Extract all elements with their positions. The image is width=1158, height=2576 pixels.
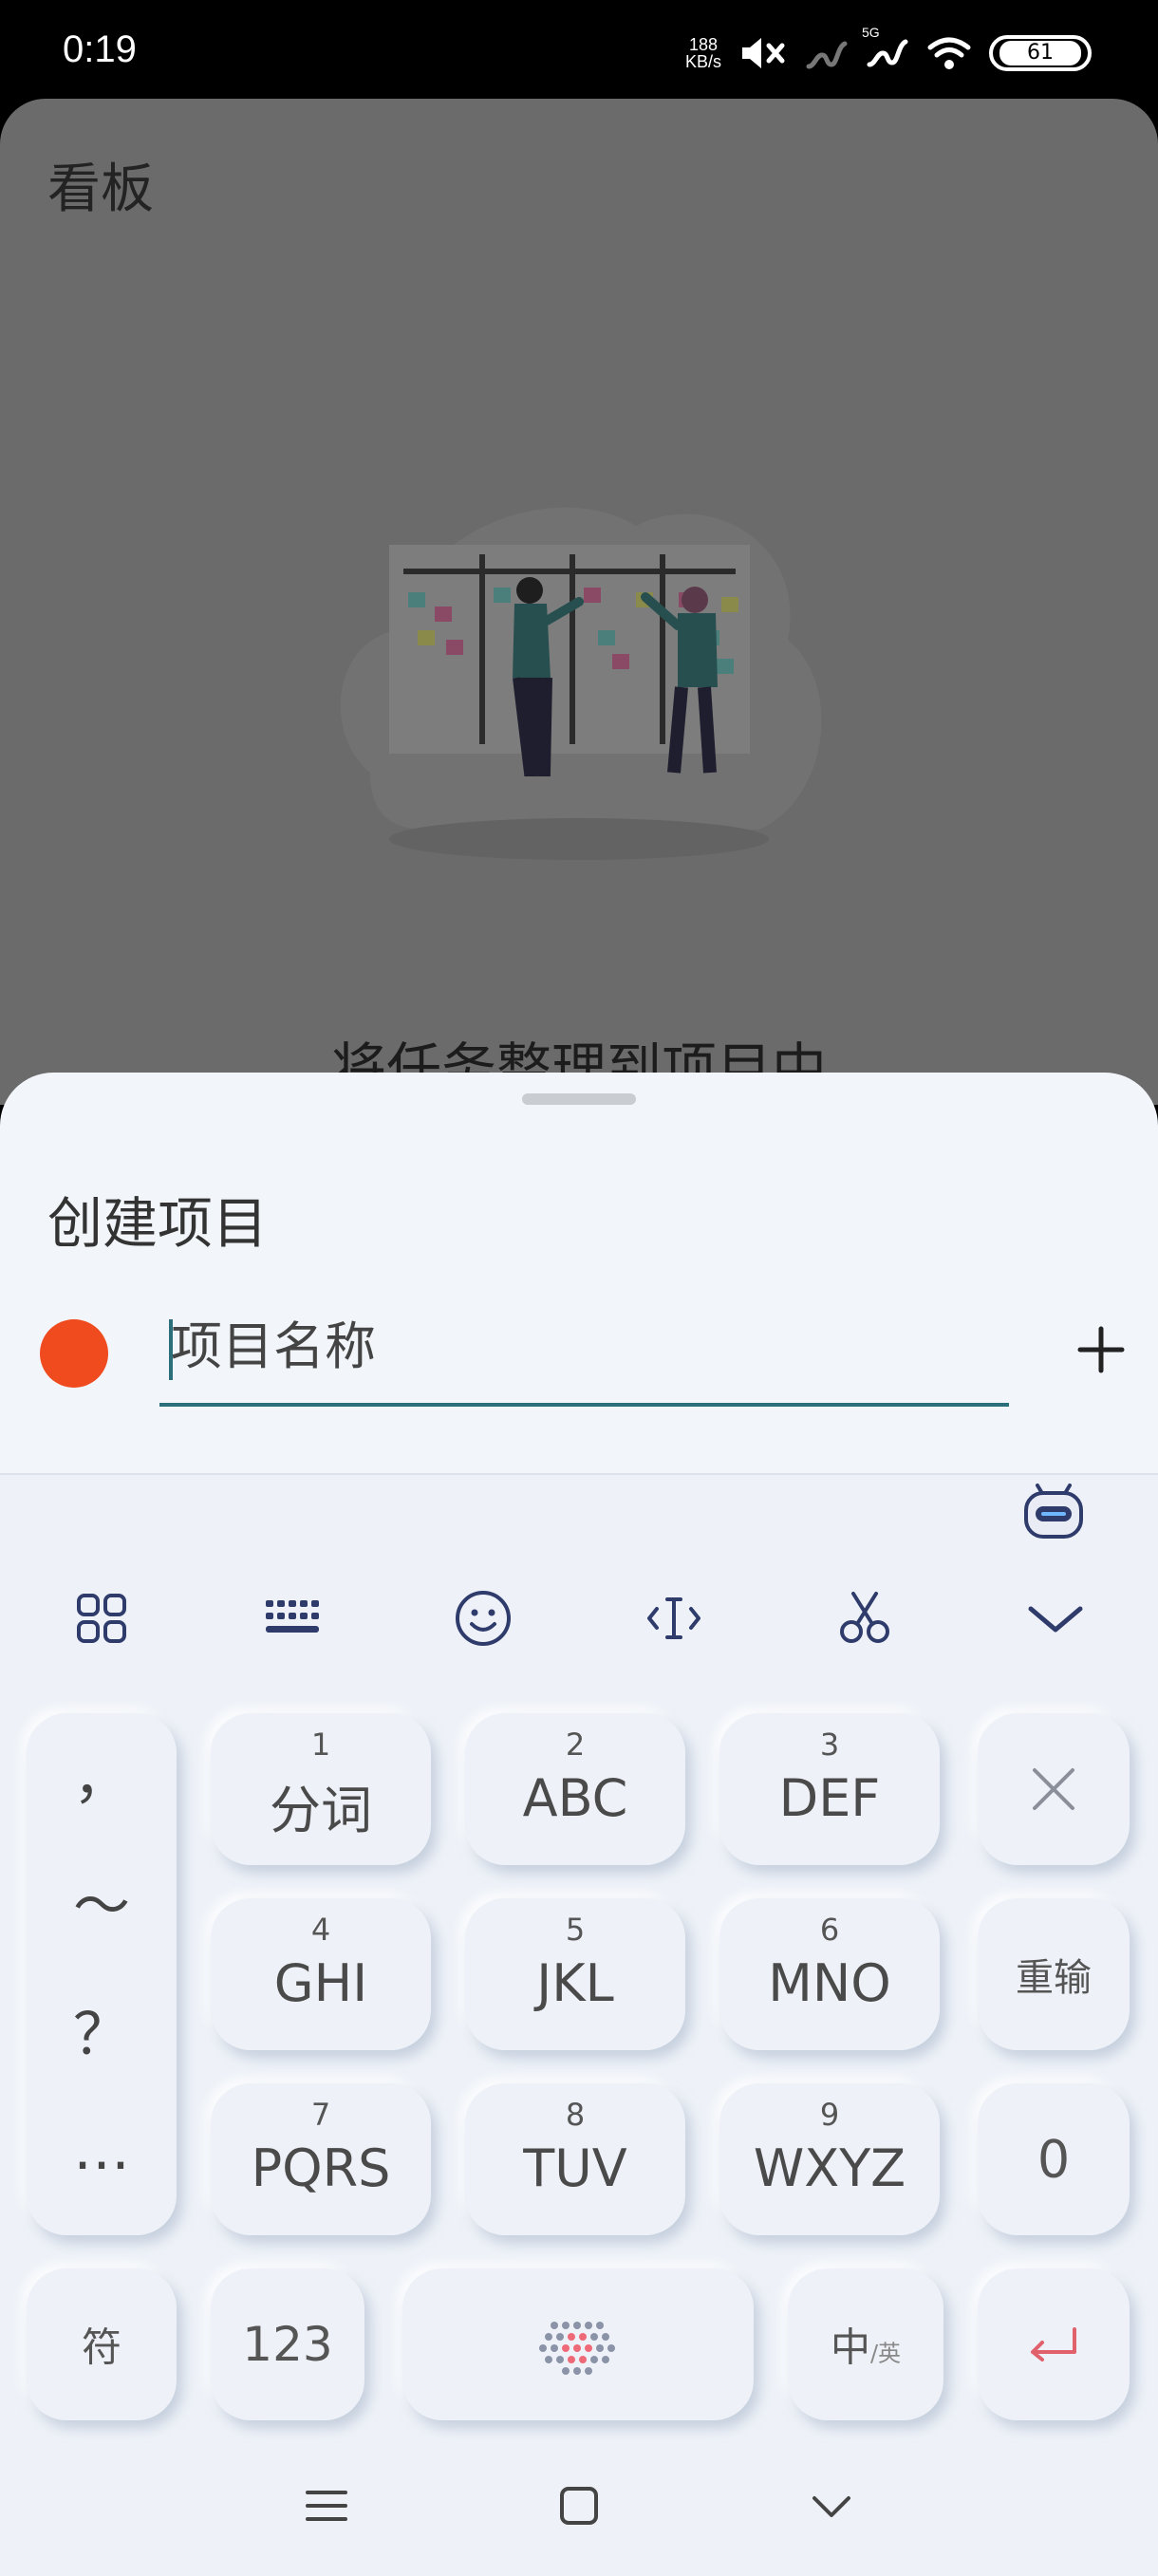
- key-7[interactable]: 7 PQRS: [211, 2083, 431, 2235]
- sheet-drag-handle[interactable]: [522, 1093, 636, 1105]
- punct-question[interactable]: ？: [27, 1988, 177, 2071]
- menu-icon[interactable]: [298, 2477, 355, 2534]
- enter-key[interactable]: [978, 2268, 1130, 2420]
- key-6[interactable]: 6 MNO: [719, 1898, 940, 2050]
- enter-icon: [1031, 2327, 1076, 2361]
- scissors-icon[interactable]: [831, 1585, 898, 1652]
- punctuation-column[interactable]: ， ～ ？ …: [27, 1713, 177, 2235]
- battery-indicator: 61: [989, 35, 1092, 71]
- key-1[interactable]: 1 分词: [211, 1713, 431, 1865]
- key-3[interactable]: 3 DEF: [719, 1713, 940, 1865]
- back-icon[interactable]: [803, 2477, 860, 2534]
- language-switch-key[interactable]: 中/英: [788, 2268, 943, 2420]
- signal-1-icon: [806, 41, 848, 69]
- apps-icon[interactable]: [68, 1585, 135, 1652]
- app-screen: 看板 将任务整理到项目中: [0, 99, 1158, 1105]
- key-8[interactable]: 8 TUV: [465, 2083, 685, 2235]
- plus-icon[interactable]: [1073, 1321, 1130, 1378]
- delete-icon: [1033, 1768, 1074, 1810]
- status-time: 0:19: [63, 28, 137, 70]
- punct-ellipsis[interactable]: …: [27, 2117, 177, 2183]
- home-icon[interactable]: [551, 2477, 607, 2534]
- sheet-title: 创建项目: [47, 1191, 269, 1256]
- punct-tilde[interactable]: ～: [27, 1860, 177, 1943]
- collapse-icon[interactable]: [1022, 1585, 1089, 1652]
- project-name-input[interactable]: [171, 1298, 987, 1393]
- mute-icon: [742, 38, 785, 68]
- status-bar: 0:19 188 KB/s 5G 61: [0, 0, 1158, 99]
- emoji-icon[interactable]: [450, 1585, 516, 1652]
- key-2[interactable]: 2 ABC: [465, 1713, 685, 1865]
- delete-key[interactable]: [978, 1713, 1130, 1865]
- project-name-field[interactable]: [159, 1298, 1009, 1407]
- reinput-key[interactable]: 重输: [978, 1898, 1130, 2050]
- kanban-illustration: [340, 507, 822, 860]
- status-icons: 188 KB/s 5G 61: [684, 25, 1092, 74]
- numbers-key[interactable]: 123: [211, 2268, 364, 2420]
- key-5[interactable]: 5 JKL: [465, 1898, 685, 2050]
- project-color-picker[interactable]: [40, 1319, 108, 1388]
- network-speed: 188 KB/s: [684, 35, 721, 71]
- key-4[interactable]: 4 GHI: [211, 1898, 431, 2050]
- symbols-key[interactable]: 符: [27, 2268, 177, 2420]
- voice-dots-icon: [539, 2322, 615, 2375]
- punct-comma[interactable]: ，: [27, 1732, 177, 1815]
- cursor-icon[interactable]: [641, 1585, 707, 1652]
- wifi-icon: [927, 37, 971, 69]
- keyboard-icon[interactable]: [259, 1585, 326, 1652]
- key-9[interactable]: 9 WXYZ: [719, 2083, 940, 2235]
- key-0[interactable]: 0: [978, 2083, 1130, 2235]
- page-title: 看板: [47, 159, 154, 220]
- robot-assistant-icon[interactable]: [1020, 1476, 1087, 1542]
- signal-2: 5G: [862, 25, 909, 74]
- space-key[interactable]: [402, 2268, 754, 2420]
